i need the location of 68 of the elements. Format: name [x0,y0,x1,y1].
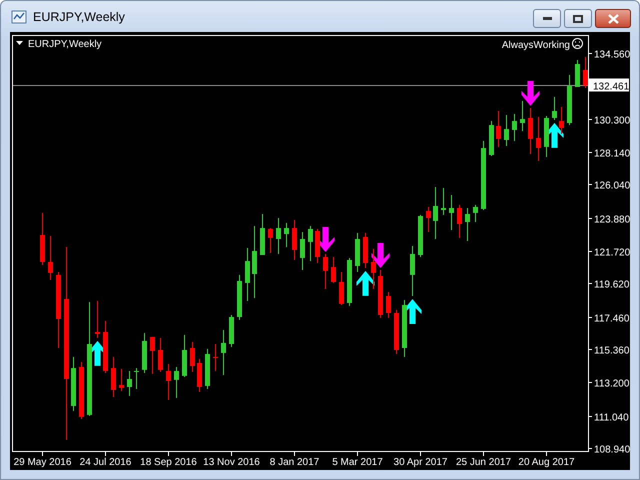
dropdown-triangle-icon[interactable] [16,41,23,45]
candlestick [134,368,139,390]
candlestick [268,228,273,254]
date-label: 24 Jul 2016 [80,457,132,468]
indicator-label: AlwaysWorking [502,40,570,51]
price-label: 126.040 [594,180,630,192]
candlestick [103,321,108,373]
price-label: 113.200 [594,378,630,390]
date-label: 18 Sep 2016 [140,457,197,468]
date-label: 13 Nov 2016 [203,457,260,468]
candlestick [237,274,242,320]
candlestick [528,108,533,154]
candlestick [347,258,352,306]
chart-window-icon [11,8,27,24]
candlestick [559,107,564,134]
candlestick [567,74,572,126]
close-button[interactable] [595,9,631,28]
candlestick [473,204,478,222]
date-label: 20 Aug 2017 [518,457,575,468]
candlestick [150,336,155,374]
candlestick [315,228,320,264]
date-label: 30 Apr 2017 [394,457,448,468]
price-label: 123.880 [594,214,630,226]
date-label: 25 Jun 2017 [456,457,512,468]
candlestick [158,338,163,372]
candlestick [331,257,336,283]
candlestick [583,57,588,88]
candlestick [575,60,580,87]
date-label: 29 May 2016 [14,457,72,468]
minimize-icon [542,17,552,20]
candlestick [142,333,147,373]
close-icon [608,14,618,24]
price-label: 128.140 [594,148,630,160]
date-label: 8 Jan 2017 [270,457,320,468]
candlestick [260,214,265,256]
candlestick [229,315,234,347]
price-label: 130.300 [594,116,630,126]
price-label: 121.720 [594,248,630,258]
price-label: 115.360 [594,346,630,356]
candlestick [481,140,486,210]
price-label: 117.460 [594,314,630,324]
down-arrow [372,243,390,268]
restore-icon [573,14,583,22]
candlestick [79,362,84,419]
candlestick [378,270,383,318]
symbol-label: EURJPY,Weekly [28,39,102,50]
candlestick [418,214,423,258]
current-price-label: 132.461 [589,78,630,92]
price-label: 119.620 [594,280,630,290]
candlestick [182,334,187,377]
candlestick [323,254,328,289]
price-label: 108.940 [594,444,630,456]
up-arrow [356,270,374,296]
ref-line-label: 132.461 [593,82,630,92]
window-title: EURJPY,Weekly [33,10,126,24]
candlestick [520,101,525,132]
maximize-button[interactable] [564,9,592,28]
candlestick [489,121,494,156]
price-label: 111.040 [594,412,629,424]
date-label: 5 Mar 2017 [332,457,383,468]
minimize-button[interactable] [533,9,561,28]
candlestick [544,116,549,157]
price-label: 134.560 [594,50,630,60]
candlestick [552,96,557,120]
candlestick [308,226,313,262]
candlestick [339,272,344,305]
down-arrow [522,80,540,106]
sad-face-icon [572,38,583,49]
